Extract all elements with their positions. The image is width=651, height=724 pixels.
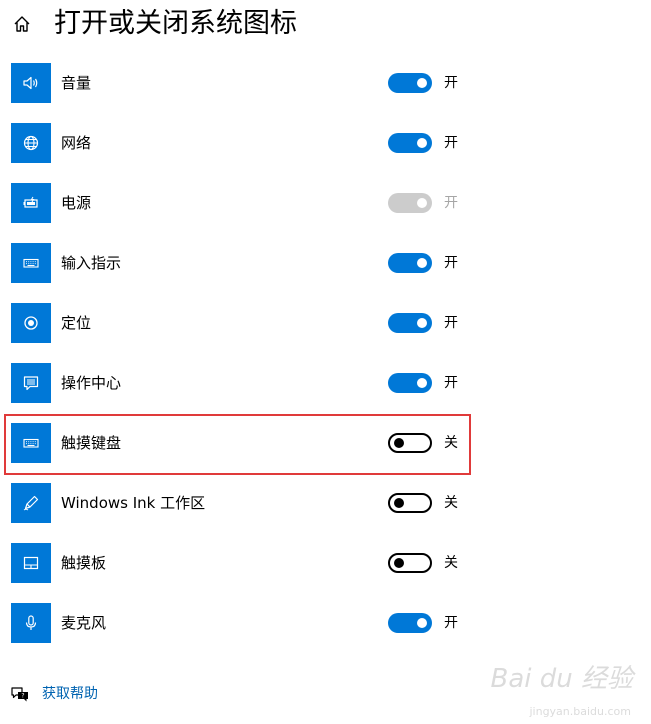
setting-label-input-indicator: 输入指示	[61, 254, 122, 272]
state-text-touchpad: 关	[444, 555, 458, 571]
touchpad-icon	[23, 556, 39, 570]
location-icon	[24, 316, 38, 330]
setting-row-input-indicator: 输入指示 开	[0, 243, 480, 303]
microphone-icon	[25, 615, 37, 630]
watermark-url: jingyan.baidu.com	[529, 705, 631, 718]
input-indicator-tile	[11, 243, 51, 283]
keyboard-icon	[23, 258, 39, 268]
toggle-knob	[417, 318, 427, 328]
battery-icon	[23, 196, 38, 208]
highlight-box	[4, 414, 471, 475]
toggle-location[interactable]	[388, 313, 432, 333]
header: 打开或关闭系统图标	[0, 0, 651, 52]
help-link[interactable]: 获取帮助	[42, 684, 98, 704]
pen-icon	[23, 495, 39, 511]
setting-row-microphone: 麦克风 开	[0, 603, 480, 663]
help-chat-icon: ?	[11, 687, 28, 702]
toggle-touchpad[interactable]	[388, 553, 432, 573]
toggle-knob	[417, 618, 427, 628]
toggle-knob	[417, 198, 427, 208]
watermark: Bai du 经验 jingyan.baidu.com	[483, 658, 633, 718]
toggle-network[interactable]	[388, 133, 432, 153]
globe-icon	[23, 135, 39, 151]
setting-label-volume: 音量	[61, 74, 92, 92]
svg-text:?: ?	[21, 693, 24, 700]
state-text-location: 开	[444, 315, 458, 331]
page-title: 打开或关闭系统图标	[54, 8, 297, 39]
setting-label-microphone: 麦克风	[61, 614, 107, 632]
state-text-windows-ink: 关	[444, 495, 458, 511]
state-text-volume: 开	[444, 75, 458, 91]
location-tile	[11, 303, 51, 343]
toggle-windows-ink[interactable]	[388, 493, 432, 513]
toggle-knob	[417, 78, 427, 88]
speaker-icon	[23, 76, 38, 90]
toggle-action-center[interactable]	[388, 373, 432, 393]
setting-label-action-center: 操作中心	[61, 374, 122, 392]
state-text-action-center: 开	[444, 375, 458, 391]
toggle-volume[interactable]	[388, 73, 432, 93]
toggle-input-indicator[interactable]	[388, 253, 432, 273]
volume-tile	[11, 63, 51, 103]
setting-label-touchpad: 触摸板	[61, 554, 107, 572]
setting-row-windows-ink: Windows Ink 工作区 关	[0, 483, 480, 543]
home-icon[interactable]	[12, 14, 32, 34]
touchpad-tile	[11, 543, 51, 583]
setting-label-windows-ink: Windows Ink 工作区	[61, 494, 206, 512]
setting-row-network: 网络 开	[0, 123, 480, 183]
setting-row-volume: 音量 开	[0, 63, 480, 123]
setting-label-power: 电源	[61, 194, 92, 212]
toggle-knob	[394, 498, 404, 508]
setting-label-location: 定位	[61, 314, 92, 332]
toggle-knob	[417, 378, 427, 388]
toggle-microphone[interactable]	[388, 613, 432, 633]
toggle-knob	[417, 258, 427, 268]
action-center-tile	[11, 363, 51, 403]
setting-row-touchpad: 触摸板 关	[0, 543, 480, 603]
state-text-network: 开	[444, 135, 458, 151]
toggle-knob	[417, 138, 427, 148]
windows-ink-tile	[11, 483, 51, 523]
setting-row-power: 电源 开	[0, 183, 480, 243]
watermark-logo: Bai du 经验	[490, 664, 633, 694]
network-tile	[11, 123, 51, 163]
microphone-tile	[11, 603, 51, 643]
state-text-input-indicator: 开	[444, 255, 458, 271]
setting-label-network: 网络	[61, 134, 92, 152]
toggle-power	[388, 193, 432, 213]
state-text-microphone: 开	[444, 615, 458, 631]
setting-row-location: 定位 开	[0, 303, 480, 363]
power-tile	[11, 183, 51, 223]
action-center-icon	[23, 376, 39, 391]
toggle-knob	[394, 558, 404, 568]
state-text-power: 开	[444, 195, 458, 211]
